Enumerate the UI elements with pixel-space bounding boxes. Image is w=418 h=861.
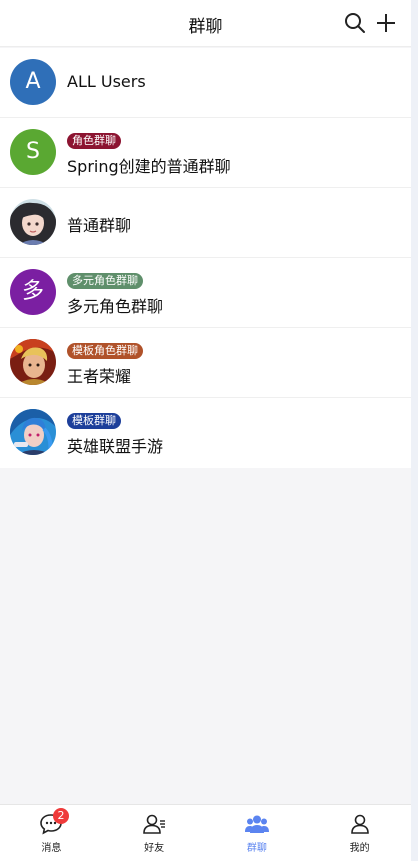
group-icon: [244, 813, 269, 835]
group-name: 普通群聊: [67, 216, 132, 235]
avatar-letter: S: [26, 139, 40, 164]
group-name: 英雄联盟手游: [67, 437, 164, 456]
tab-messages[interactable]: 2 消息: [0, 805, 103, 861]
group-row-king-glory[interactable]: 模板角色群聊 王者荣耀: [0, 328, 411, 398]
group-row-spring[interactable]: S 角色群聊 Spring创建的普通群聊: [0, 118, 411, 188]
top-nav-bar: 群聊: [0, 0, 411, 47]
tab-label: 群聊: [246, 843, 267, 854]
friends-icon: [142, 813, 166, 835]
group-avatar: A: [10, 59, 56, 105]
group-list: A ALL Users S 角色群聊 Spring创建的普通群聊 普通群聊 多 …: [0, 48, 411, 468]
profile-icon: [348, 813, 372, 835]
group-name: ALL Users: [67, 72, 146, 91]
group-type-badge: 角色群聊: [67, 133, 121, 149]
avatar-letter: 多: [21, 279, 44, 304]
group-type-badge: 多元角色群聊: [67, 273, 143, 289]
tab-label: 好友: [144, 843, 165, 854]
lol-jinx-avatar: [10, 409, 56, 455]
plus-icon[interactable]: [375, 12, 397, 34]
tab-label: 消息: [41, 843, 62, 854]
group-row-normal[interactable]: 普通群聊: [0, 188, 411, 258]
group-row-multi-role[interactable]: 多 多元角色群聊 多元角色群聊: [0, 258, 411, 328]
avatar-letter: A: [25, 69, 41, 94]
unread-badge: 2: [53, 808, 69, 824]
search-icon[interactable]: [344, 12, 366, 34]
group-name: Spring创建的普通群聊: [67, 157, 231, 176]
group-type-badge: 模板角色群聊: [67, 343, 143, 359]
group-name: 多元角色群聊: [67, 297, 164, 316]
group-name: 王者荣耀: [67, 367, 132, 386]
king-glory-hero-avatar: [10, 339, 56, 385]
tab-label: 我的: [349, 843, 370, 854]
group-type-badge: 模板群聊: [67, 413, 121, 429]
tab-friends[interactable]: 好友: [103, 805, 206, 861]
tab-groups[interactable]: 群聊: [206, 805, 309, 861]
app: 群聊 A ALL Users S 角色群聊 Spring创建的普通群聊 普通群聊…: [0, 0, 411, 861]
group-avatar: 多: [10, 269, 56, 315]
group-row-lol-mobile[interactable]: 模板群聊 英雄联盟手游: [0, 398, 411, 468]
group-avatar: S: [10, 129, 56, 175]
anime-girl-avatar: [10, 199, 56, 245]
tab-profile[interactable]: 我的: [308, 805, 411, 861]
bottom-tab-bar: 2 消息 好友 群聊 我的: [0, 804, 411, 861]
group-row-all-users[interactable]: A ALL Users: [0, 48, 411, 118]
window-edge: [411, 0, 418, 861]
